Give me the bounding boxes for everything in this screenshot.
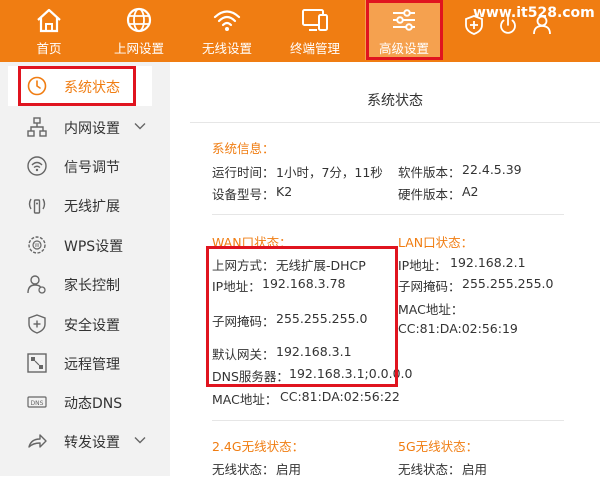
sidebar-item-label: 安全设置 xyxy=(64,318,120,334)
highlight-advanced-box xyxy=(366,0,443,60)
nav-home-label: 首页 xyxy=(36,41,62,56)
nav-terminal-label: 终端管理 xyxy=(289,41,340,56)
sidebar-item-label: 转发设置 xyxy=(64,435,120,451)
wifi5-status-label: 无线状态： xyxy=(398,462,461,477)
wifi5-heading: 5G无线状态： xyxy=(398,439,479,454)
sidebar-item-label: WPS设置 xyxy=(64,239,124,255)
wan-divider xyxy=(212,420,564,421)
lan-heading: LAN口状态： xyxy=(398,235,474,250)
wifi-signal-icon xyxy=(27,156,47,176)
sidebar-item-label: 远程管理 xyxy=(64,357,120,373)
shield-icon xyxy=(28,314,46,334)
lan-mac-value: CC:81:DA:02:56:19 xyxy=(398,321,518,336)
highlight-system-status-box xyxy=(18,66,136,106)
model-label: 设备型号： xyxy=(212,187,275,202)
sidebar: 系统状态 内网设置 信号调节 无线扩展 W WPS设置 家长控制 安全设置 远程… xyxy=(0,62,170,476)
sidebar-item-remote[interactable]: 远程管理 xyxy=(0,343,170,383)
globe-icon xyxy=(126,7,152,33)
wan-mac-value: CC:81:DA:02:56:22 xyxy=(280,389,400,404)
model-value: K2 xyxy=(276,184,293,199)
parental-icon xyxy=(27,275,46,294)
sidebar-item-wps[interactable]: W WPS设置 xyxy=(0,225,170,265)
remote-icon xyxy=(27,353,47,373)
nav-wireless-label: 无线设置 xyxy=(201,41,252,56)
lan-mask-value: 255.255.255.0 xyxy=(462,276,554,291)
lan-ip-value: 192.168.2.1 xyxy=(450,255,526,270)
lan-ip-label: IP地址： xyxy=(398,258,447,273)
home-icon xyxy=(37,8,61,33)
main-content: 系统状态 系统信息： 运行时间： 1小时，7分，11秒 软件版本： 22.4.5… xyxy=(190,62,600,477)
chevron-down-icon xyxy=(134,437,146,444)
sidebar-item-security[interactable]: 安全设置 xyxy=(0,304,170,344)
wifi24-status-label: 无线状态： xyxy=(212,462,275,477)
software-version-value: 22.4.5.39 xyxy=(462,162,522,177)
nav-internet-label: 上网设置 xyxy=(113,41,164,56)
nav-internet[interactable]: 上网设置 xyxy=(104,0,174,60)
devices-icon xyxy=(302,9,328,31)
sidebar-item-label: 内网设置 xyxy=(64,121,120,137)
forward-icon xyxy=(28,434,47,448)
lan-mac-label: MAC地址： xyxy=(398,302,464,317)
uptime-label: 运行时间： xyxy=(212,165,275,180)
wifi24-status-value: 启用 xyxy=(276,462,302,477)
wireless-extend-icon xyxy=(28,198,46,214)
wifi-icon xyxy=(213,10,241,31)
lan-mask-label: 子网掩码： xyxy=(398,279,461,294)
highlight-wan-box xyxy=(206,246,398,387)
title-divider xyxy=(190,122,600,123)
dns-icon: DNS xyxy=(27,396,47,408)
sidebar-item-label: 信号调节 xyxy=(64,160,120,176)
nav-wireless[interactable]: 无线设置 xyxy=(192,0,262,60)
watermark-text: www.it528.com xyxy=(473,5,595,21)
sidebar-item-lan[interactable]: 内网设置 xyxy=(0,107,170,147)
svg-text:DNS: DNS xyxy=(31,400,44,407)
svg-text:W: W xyxy=(35,243,40,249)
sidebar-item-signal[interactable]: 信号调节 xyxy=(0,146,170,186)
sidebar-item-ddns[interactable]: DNS 动态DNS xyxy=(0,382,170,422)
page-title: 系统状态 xyxy=(367,93,423,109)
network-icon xyxy=(27,117,47,137)
hardware-version-label: 硬件版本： xyxy=(398,187,461,202)
system-divider xyxy=(212,214,564,215)
system-info-heading: 系统信息： xyxy=(212,141,275,156)
wan-mac-label: MAC地址： xyxy=(212,392,278,407)
sidebar-item-label: 家长控制 xyxy=(64,278,120,294)
software-version-label: 软件版本： xyxy=(398,165,461,180)
top-nav-bar: 首页 上网设置 无线设置 终端管理 高级设置 www.it528.com xyxy=(0,0,600,62)
sidebar-item-parental[interactable]: 家长控制 xyxy=(0,264,170,304)
sidebar-item-label: 动态DNS xyxy=(64,396,123,412)
sidebar-item-extend[interactable]: 无线扩展 xyxy=(0,185,170,225)
nav-home[interactable]: 首页 xyxy=(14,0,84,60)
wifi5-status-value: 启用 xyxy=(462,462,488,477)
sidebar-item-label: 无线扩展 xyxy=(64,199,120,215)
sidebar-item-forward[interactable]: 转发设置 xyxy=(0,421,170,461)
wifi24-heading: 2.4G无线状态： xyxy=(212,439,305,454)
chevron-down-icon xyxy=(134,123,146,130)
wps-icon: W xyxy=(28,236,46,254)
nav-terminal[interactable]: 终端管理 xyxy=(280,0,350,60)
uptime-value: 1小时，7分，11秒 xyxy=(276,165,383,180)
hardware-version-value: A2 xyxy=(462,184,479,199)
